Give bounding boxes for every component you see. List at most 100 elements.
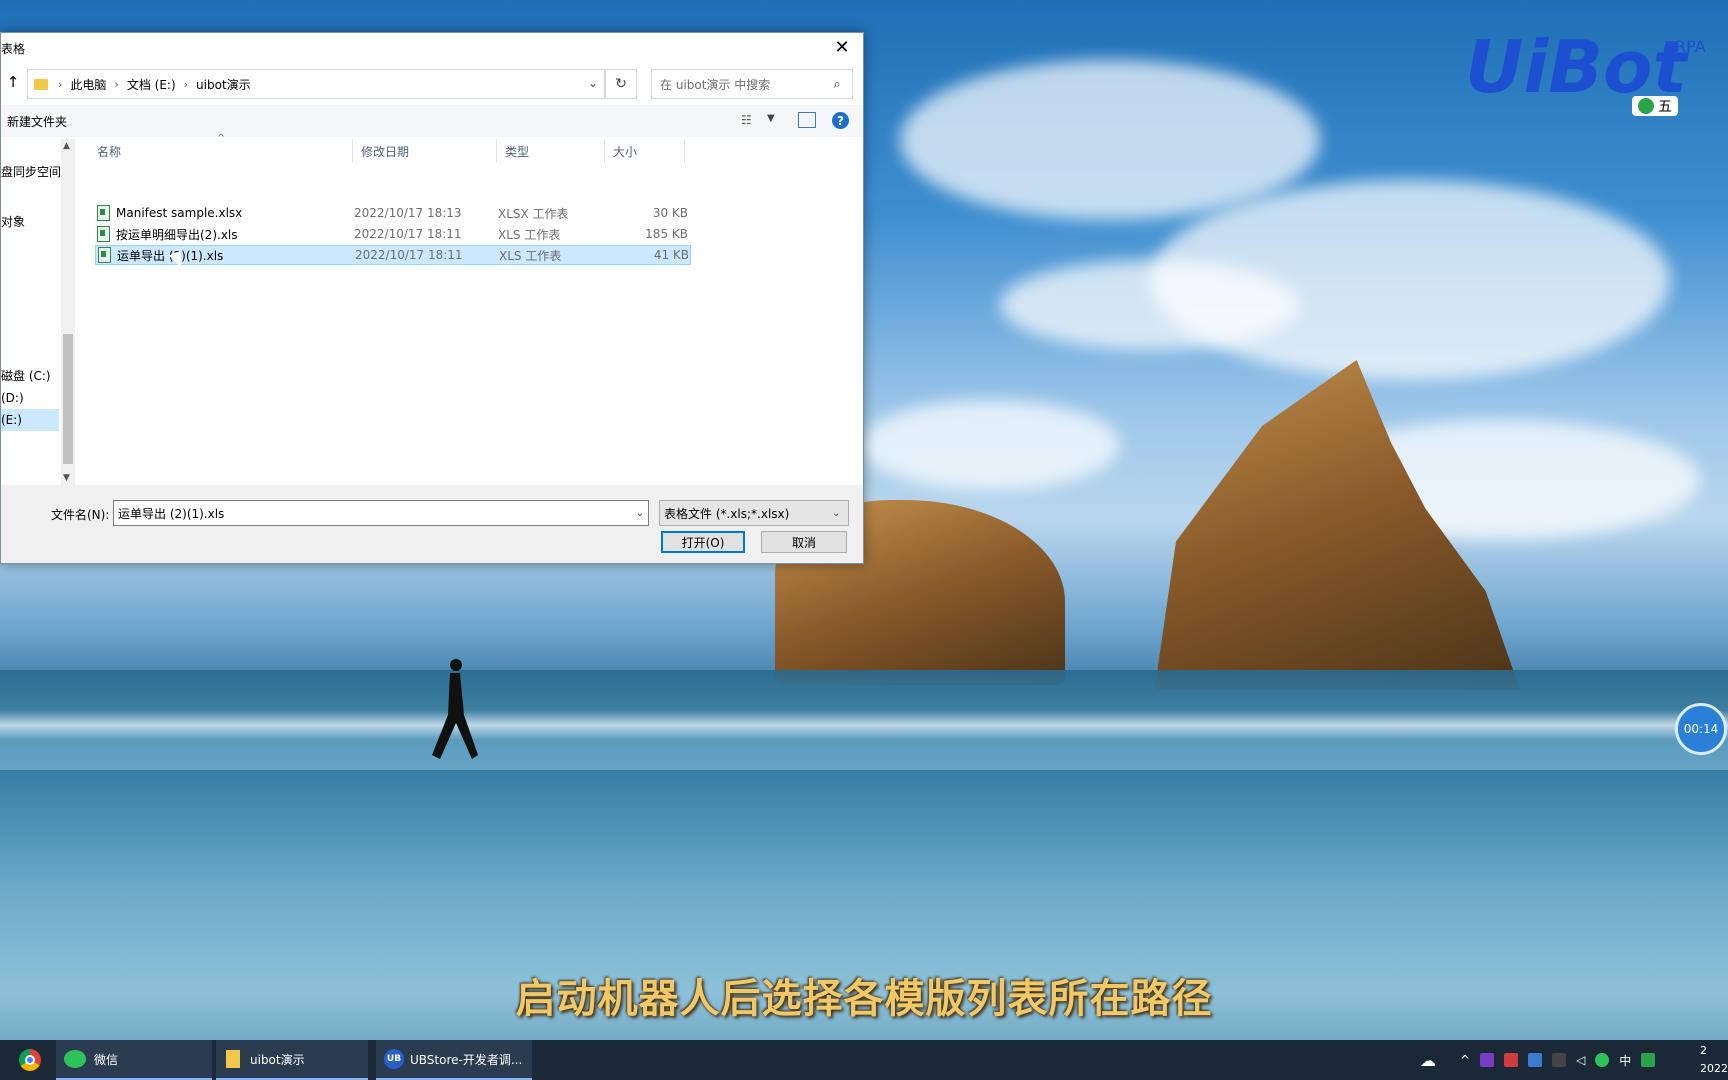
- nav-item-drive-e[interactable]: (E:): [1, 409, 59, 431]
- search-box[interactable]: 在 uibot演示 中搜索 ⌕: [651, 69, 853, 99]
- shield-icon[interactable]: [1528, 1053, 1543, 1067]
- address-bar[interactable]: › 此电脑 › 文档 (E:) › uibot演示 ⌄: [27, 69, 605, 99]
- file-date: 2022/10/17 18:13: [354, 206, 462, 220]
- file-size: 30 KB: [652, 206, 688, 220]
- file-size: 41 KB: [653, 248, 689, 262]
- chevron-right-icon: ›: [183, 77, 189, 91]
- taskbar-chrome[interactable]: [12, 1040, 48, 1080]
- volume-icon[interactable]: ◁: [1576, 1053, 1585, 1067]
- taskbar: 微信 uibot演示 UB UBStore-开发者调... ☁ ^ ◁ 中 2 …: [0, 1040, 1728, 1080]
- chevron-down-icon[interactable]: ⌄: [588, 76, 598, 90]
- system-tray: ☁ ^ ◁ 中: [1420, 1040, 1656, 1080]
- file-type: XLS 工作表: [498, 227, 561, 242]
- chevron-up-icon[interactable]: ^: [1460, 1053, 1470, 1067]
- ocean: [0, 670, 1728, 770]
- excel-file-icon: [97, 226, 110, 242]
- clock-date: 2022: [1700, 1062, 1728, 1075]
- filename-value[interactable]: 运单导出 (2)(1).xls: [118, 505, 632, 522]
- taskbar-explorer-label: uibot演示: [250, 1052, 305, 1067]
- chevron-down-icon[interactable]: ⌄: [632, 508, 648, 519]
- refresh-icon: ↻: [615, 76, 627, 92]
- ime-indicator: 五: [1632, 96, 1678, 116]
- taskbar-wechat-label: 微信: [94, 1052, 119, 1067]
- search-input[interactable]: 在 uibot演示 中搜索: [660, 76, 828, 93]
- preview-pane-icon[interactable]: [798, 112, 816, 128]
- recording-timer[interactable]: 00:14: [1675, 703, 1727, 755]
- file-row[interactable]: 按运单明细导出(2).xls 2022/10/17 18:11 XLS 工作表 …: [95, 224, 691, 244]
- tray-app-icon[interactable]: [1480, 1053, 1495, 1067]
- tray-app-icon[interactable]: [1552, 1053, 1567, 1067]
- scroll-down-icon[interactable]: ▼: [63, 473, 70, 483]
- file-size: 185 KB: [645, 227, 688, 241]
- runner-silhouette: [432, 659, 478, 759]
- file-row-selected[interactable]: 运单导出 (2)(1).xls 2022/10/17 18:11 XLS 工作表…: [95, 245, 691, 265]
- help-icon[interactable]: ?: [832, 112, 849, 129]
- ime-icon[interactable]: 中: [1619, 1052, 1631, 1069]
- dialog-titlebar[interactable]: 表格 ✕: [1, 33, 863, 61]
- new-folder-button[interactable]: 新建文件夹: [7, 113, 67, 130]
- open-button[interactable]: 打开(O): [661, 531, 745, 553]
- up-arrow-icon[interactable]: ↑: [4, 73, 22, 91]
- weather-icon[interactable]: ☁: [1420, 1051, 1436, 1070]
- chrome-icon: [19, 1049, 41, 1071]
- file-row[interactable]: Manifest sample.xlsx 2022/10/17 18:13 XL…: [95, 203, 691, 223]
- nav-item-drive-c[interactable]: 磁盘 (C:): [1, 367, 51, 384]
- address-row: ↑ › 此电脑 › 文档 (E:) › uibot演示 ⌄ ↻ 在 uibot演…: [1, 67, 863, 99]
- chevron-right-icon: ›: [58, 77, 63, 91]
- file-date: 2022/10/17 18:11: [354, 227, 462, 241]
- column-header-date[interactable]: 修改日期: [353, 139, 497, 163]
- column-header-name[interactable]: 名称: [89, 139, 353, 163]
- chevron-down-icon[interactable]: ⌄: [832, 508, 848, 519]
- breadcrumb-folder[interactable]: uibot演示: [196, 76, 251, 93]
- nav-item-cloud-sync[interactable]: 盘同步空间: [1, 163, 61, 180]
- nav-item-objects[interactable]: 对象: [1, 213, 25, 230]
- column-header-type[interactable]: 类型: [497, 139, 605, 163]
- wechat-icon[interactable]: [1595, 1053, 1610, 1067]
- scroll-thumb[interactable]: [63, 334, 73, 464]
- file-name: 按运单明细导出(2).xls: [116, 227, 238, 242]
- taskbar-wechat[interactable]: 微信: [56, 1040, 212, 1080]
- folder-icon: [226, 1050, 240, 1068]
- filetype-value: 表格文件 (*.xls;*.xlsx): [664, 506, 790, 521]
- file-date: 2022/10/17 18:11: [355, 248, 463, 262]
- clock[interactable]: 2 2022: [1700, 1042, 1728, 1078]
- ubstore-icon: UB: [384, 1049, 404, 1069]
- breadcrumb-this-pc[interactable]: 此电脑: [70, 76, 106, 93]
- file-open-dialog: 表格 ✕ ↑ › 此电脑 › 文档 (E:) › uibot演示 ⌄ ↻ 在 u…: [0, 32, 864, 564]
- taskbar-ubstore-label: UBStore-开发者调...: [410, 1052, 523, 1067]
- taskbar-explorer[interactable]: uibot演示: [216, 1040, 368, 1080]
- filename-input[interactable]: 运单导出 (2)(1).xls ⌄: [113, 500, 649, 526]
- file-name: 运单导出 (2)(1).xls: [117, 248, 224, 263]
- chevron-down-icon[interactable]: ▼: [767, 113, 775, 124]
- clock-time: 2: [1700, 1044, 1707, 1057]
- file-type: XLSX 工作表: [498, 206, 569, 221]
- file-name: Manifest sample.xlsx: [116, 206, 243, 220]
- nav-scrollbar[interactable]: ▲ ▼: [61, 139, 75, 485]
- close-button[interactable]: ✕: [821, 33, 863, 61]
- dialog-toolbar: 新建文件夹 ☷ ▼ ?: [1, 105, 863, 137]
- folder-icon: [34, 78, 48, 90]
- svg-text:RPA: RPA: [1675, 37, 1705, 56]
- dialog-footer: 文件名(N): 运单导出 (2)(1).xls ⌄ 表格文件 (*.xls;*.…: [1, 485, 863, 563]
- search-icon: ⌕: [833, 76, 841, 92]
- filetype-select[interactable]: 表格文件 (*.xls;*.xlsx) ⌄: [659, 500, 849, 526]
- file-list: ^ 名称 修改日期 类型 大小 Manifest sample.xlsx 202…: [89, 133, 859, 485]
- wechat-icon: [64, 1050, 86, 1068]
- tray-app-icon[interactable]: [1504, 1053, 1519, 1067]
- video-subtitle: 启动机器人后选择各模版列表所在路径: [515, 976, 1213, 1022]
- column-header-size[interactable]: 大小: [605, 139, 685, 163]
- tray-app-icon[interactable]: [1641, 1053, 1656, 1067]
- dialog-title: 表格: [1, 42, 26, 56]
- breadcrumb-drive-e[interactable]: 文档 (E:): [127, 76, 176, 93]
- close-icon: ✕: [834, 36, 850, 58]
- excel-file-icon: [98, 247, 111, 263]
- chevron-right-icon: ›: [114, 77, 119, 91]
- scroll-up-icon[interactable]: ▲: [63, 141, 70, 151]
- refresh-button[interactable]: ↻: [605, 69, 637, 99]
- file-type: XLS 工作表: [499, 248, 562, 263]
- cancel-button[interactable]: 取消: [761, 531, 847, 553]
- view-options-icon[interactable]: ☷: [741, 113, 752, 127]
- filename-label: 文件名(N):: [51, 508, 110, 522]
- taskbar-ubstore[interactable]: UB UBStore-开发者调...: [376, 1040, 532, 1080]
- nav-item-drive-d[interactable]: (D:): [1, 391, 24, 405]
